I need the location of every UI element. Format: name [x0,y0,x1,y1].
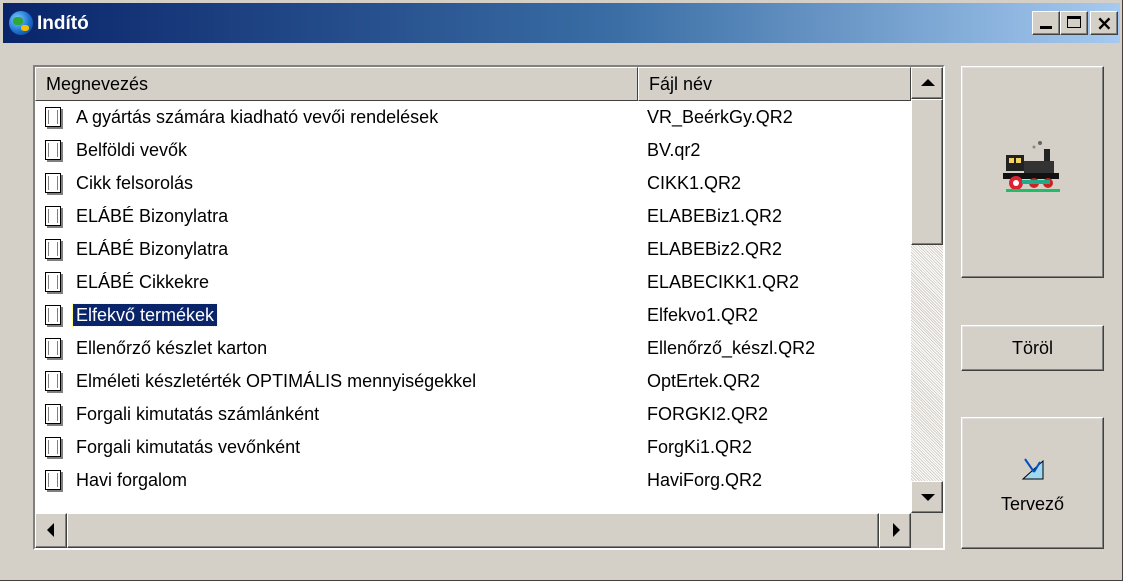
report-document-icon [45,239,61,259]
arrow-down-icon [921,494,935,501]
scroll-right-button[interactable] [879,513,911,548]
designer-button[interactable]: Tervező [961,417,1104,549]
list-item-name: Elméleti készletérték OPTIMÁLIS mennyisé… [76,371,477,391]
horizontal-scroll-thumb[interactable] [67,513,879,548]
list-item-file: CIKK1.QR2 [647,173,742,193]
list-item-name: Cikk felsorolás [76,173,194,193]
designer-button-label: Tervező [1000,494,1065,514]
list-item-file: FORGKI2.QR2 [647,404,769,424]
report-document-icon [45,206,61,226]
scrollbar-corner [911,513,943,548]
list-item-name: ELÁBÉ Cikkekre [76,272,210,292]
list-item[interactable]: Forgali kimutatás számlánként FORGKI2.QR2 [35,398,911,431]
list-item-name: Belföldi vevők [76,140,188,160]
list-item-name: Forgali kimutatás vevőnként [76,437,301,457]
report-document-icon [45,404,61,424]
list-item[interactable]: Elméleti készletérték OPTIMÁLIS mennyisé… [35,365,911,398]
vertical-scrollbar[interactable] [911,67,943,513]
arrow-up-icon [921,79,935,86]
list-item-name: Havi forgalom [76,470,188,490]
list-item-file: BV.qr2 [647,140,701,160]
report-document-icon [45,470,61,490]
close-button[interactable]: × [1090,11,1118,35]
column-header-name[interactable]: Megnevezés [35,67,638,101]
globe-icon [9,11,33,35]
window-title: Indító [37,13,89,34]
report-document-icon [45,107,61,127]
list-item-name: ELÁBÉ Bizonylatra [76,206,229,226]
launcher-window: Indító × Megnevezés Fájl név A gyártás s… [0,0,1123,581]
list-item-file: HaviForg.QR2 [647,470,763,490]
title-bar[interactable]: Indító × [3,3,1120,43]
list-item[interactable]: Cikk felsorolás CIKK1.QR2 [35,167,911,200]
list-item-name: Elfekvő termékek [71,303,219,327]
list-item-name: Ellenőrző készlet karton [76,338,268,358]
list-header: Megnevezés Fájl név [35,67,911,101]
report-document-icon [45,338,61,358]
scroll-down-button[interactable] [911,481,943,513]
report-document-icon [45,272,61,292]
locomotive-icon [1003,141,1060,192]
report-document-icon [45,305,61,325]
list-item-file: ELABEBiz1.QR2 [647,206,783,226]
report-document-icon [45,173,61,193]
list-item[interactable]: ELÁBÉ Bizonylatra ELABEBiz1.QR2 [35,200,911,233]
list-item-file: ELABECIKK1.QR2 [647,272,800,292]
arrow-right-icon [893,523,900,537]
run-button[interactable] [961,66,1104,278]
horizontal-scrollbar[interactable] [35,513,911,548]
minimize-icon [1040,26,1052,29]
delete-button[interactable]: Töröl [961,325,1104,371]
vertical-scroll-thumb[interactable] [911,99,943,245]
report-list[interactable]: Megnevezés Fájl név A gyártás számára ki… [33,65,945,550]
close-icon: × [1096,11,1113,35]
maximize-icon [1067,16,1081,28]
minimize-button[interactable] [1032,11,1060,35]
list-item-name: ELÁBÉ Bizonylatra [76,239,229,259]
list-item[interactable]: Havi forgalom HaviForg.QR2 [35,464,911,497]
list-item-file: Ellenőrző_készl.QR2 [647,338,816,358]
list-rows: A gyártás számára kiadható vevői rendelé… [35,101,911,513]
list-item-name: Forgali kimutatás számlánként [76,404,320,424]
list-item-file: VR_BeérkGy.QR2 [647,107,793,127]
list-item[interactable]: Forgali kimutatás vevőnként ForgKi1.QR2 [35,431,911,464]
list-item[interactable]: Ellenőrző készlet karton Ellenőrző_készl.… [35,332,911,365]
list-item-name: A gyártás számára kiadható vevői rendelé… [76,107,439,127]
column-header-file[interactable]: Fájl név [638,67,911,101]
scroll-left-button[interactable] [35,513,67,548]
list-item-file: ELABEBiz2.QR2 [647,239,783,259]
list-item-file: ForgKi1.QR2 [647,437,753,457]
list-item[interactable]: Elfekvő termékek Elfekvo1.QR2 [35,299,911,332]
design-triangle-icon [1021,458,1044,480]
arrow-left-icon [47,523,54,537]
report-document-icon [45,371,61,391]
list-item-file: Elfekvo1.QR2 [647,305,759,325]
report-document-icon [45,437,61,457]
list-item-file: OptErtek.QR2 [647,371,761,391]
list-item[interactable]: A gyártás számára kiadható vevői rendelé… [35,101,911,134]
list-item[interactable]: Belföldi vevők BV.qr2 [35,134,911,167]
list-item[interactable]: ELÁBÉ Bizonylatra ELABEBiz2.QR2 [35,233,911,266]
report-document-icon [45,140,61,160]
list-item[interactable]: ELÁBÉ Cikkekre ELABECIKK1.QR2 [35,266,911,299]
scroll-up-button[interactable] [911,67,943,99]
maximize-button[interactable] [1060,11,1088,35]
